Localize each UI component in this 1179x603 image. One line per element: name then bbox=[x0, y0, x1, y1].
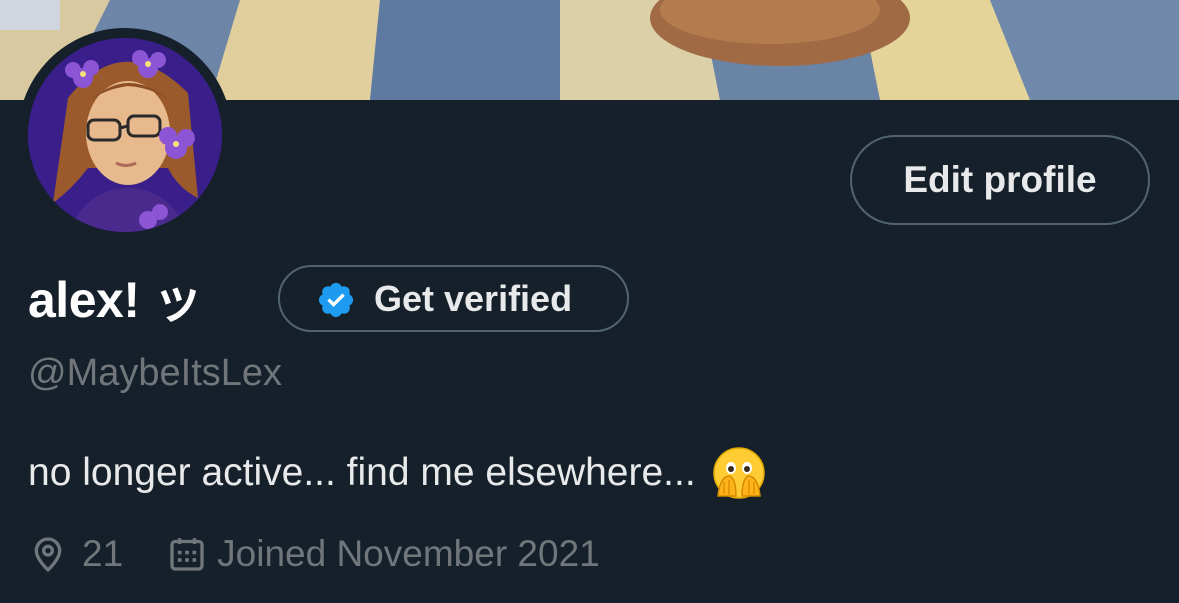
bio-text: no longer active... find me elsewhere... bbox=[28, 451, 696, 494]
joined-date: Joined November 2021 bbox=[217, 533, 600, 574]
display-name: alex! ッ bbox=[28, 272, 203, 328]
get-verified-button[interactable]: Get verified bbox=[278, 265, 629, 332]
user-handle: @MaybeItsLex bbox=[28, 352, 283, 394]
location-text: 21 bbox=[82, 533, 124, 574]
verified-badge-icon bbox=[316, 280, 356, 320]
calendar-icon bbox=[167, 534, 207, 574]
get-verified-label: Get verified bbox=[374, 278, 573, 319]
bio: no longer active... find me elsewhere... bbox=[28, 446, 766, 500]
location-pin-icon bbox=[28, 534, 68, 574]
avatar[interactable] bbox=[28, 38, 222, 232]
profile-meta: 21 Joined November 2021 bbox=[28, 528, 600, 580]
face-with-open-eyes-and-hand-over-mouth-icon bbox=[712, 446, 766, 500]
edit-profile-button[interactable]: Edit profile bbox=[850, 135, 1150, 225]
